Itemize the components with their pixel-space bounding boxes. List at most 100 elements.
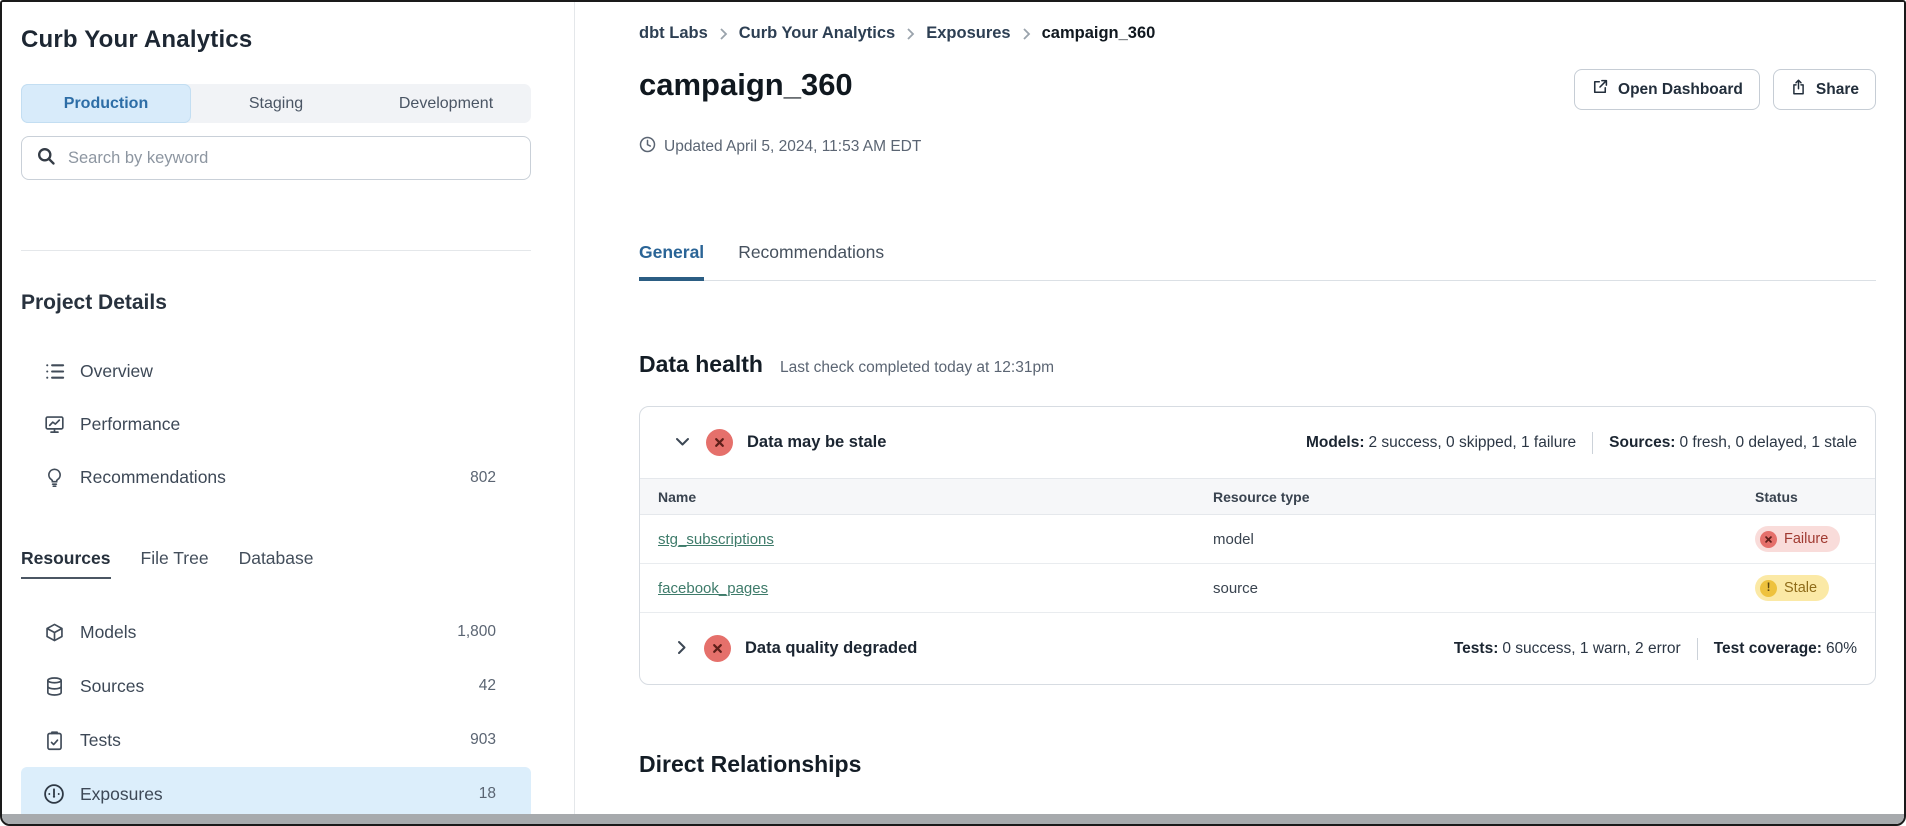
project-title: Curb Your Analytics xyxy=(21,26,530,54)
expand-button[interactable] xyxy=(674,639,689,659)
sidebar-divider xyxy=(21,250,531,251)
group-stats: Tests:0 success, 1 warn, 2 error Test co… xyxy=(1454,638,1857,660)
table-row: facebook_pages source ! Stale xyxy=(640,564,1875,613)
clock-icon xyxy=(639,136,656,158)
search-icon xyxy=(36,146,56,171)
lightbulb-icon xyxy=(43,467,65,488)
sources-stat: Sources:0 fresh, 0 delayed, 1 stale xyxy=(1609,434,1857,452)
quality-group-row[interactable]: Data quality degraded Tests:0 success, 1… xyxy=(640,613,1875,684)
env-tab-staging[interactable]: Staging xyxy=(191,84,361,123)
breadcrumb-project[interactable]: Curb Your Analytics xyxy=(739,24,895,43)
status-badge-stale: ! Stale xyxy=(1755,575,1829,601)
share-icon xyxy=(1790,78,1807,101)
database-icon xyxy=(43,676,65,697)
updated-timestamp: Updated April 5, 2024, 11:53 AM EDT xyxy=(639,136,1876,158)
column-header-status: Status xyxy=(1755,489,1875,505)
open-dashboard-button[interactable]: Open Dashboard xyxy=(1574,69,1760,110)
chevron-right-icon xyxy=(1022,27,1031,41)
sidebar-item-label: Sources xyxy=(80,676,144,697)
sidebar-view-tabs: Resources File Tree Database xyxy=(21,548,531,579)
sidebar-item-label: Exposures xyxy=(80,784,163,805)
table-row: stg_subscriptions model Failure xyxy=(640,515,1875,564)
item-count: 903 xyxy=(470,731,496,749)
data-health-heading: Data health xyxy=(639,351,763,378)
item-count: 802 xyxy=(470,469,496,487)
cube-icon xyxy=(43,622,65,643)
share-button[interactable]: Share xyxy=(1773,69,1876,110)
list-icon xyxy=(43,361,65,382)
stat-divider xyxy=(1592,432,1593,454)
breadcrumb: dbt Labs Curb Your Analytics Exposures c… xyxy=(639,24,1876,43)
data-health-card: Data may be stale Models:2 success, 0 sk… xyxy=(639,406,1876,685)
stale-group-row[interactable]: Data may be stale Models:2 success, 0 sk… xyxy=(640,407,1875,478)
title-row: campaign_360 Open Dashboard Share xyxy=(639,67,1876,110)
breadcrumb-exposures[interactable]: Exposures xyxy=(926,24,1010,43)
sidebar-item-label: Performance xyxy=(80,414,180,435)
performance-icon xyxy=(43,414,65,435)
breadcrumb-dbt-labs[interactable]: dbt Labs xyxy=(639,24,708,43)
chevron-right-icon xyxy=(906,27,915,41)
resource-link-facebook-pages[interactable]: facebook_pages xyxy=(658,580,768,597)
models-stat: Models:2 success, 0 skipped, 1 failure xyxy=(1306,434,1576,452)
sidebar-item-overview[interactable]: Overview xyxy=(21,345,531,398)
sidebar-item-sources[interactable]: Sources 42 xyxy=(21,659,531,713)
button-label: Open Dashboard xyxy=(1618,81,1743,99)
chevron-down-icon xyxy=(674,434,691,452)
sidebar-item-exposures[interactable]: Exposures 18 xyxy=(21,767,531,821)
window-bottom-bar xyxy=(2,814,1904,824)
warning-circle-icon: ! xyxy=(1760,580,1777,597)
app-window: Curb Your Analytics Production Staging D… xyxy=(0,0,1906,826)
sidebar-item-label: Tests xyxy=(80,730,121,751)
coverage-stat: Test coverage:60% xyxy=(1714,640,1857,658)
page-tabs: General Recommendations xyxy=(639,242,1876,281)
group-title: Data quality degraded xyxy=(745,639,917,658)
external-link-icon xyxy=(1591,78,1609,101)
tab-database[interactable]: Database xyxy=(239,548,314,579)
env-tab-production[interactable]: Production xyxy=(21,84,191,123)
env-tab-development[interactable]: Development xyxy=(361,84,531,123)
last-check-text: Last check completed today at 12:31pm xyxy=(780,359,1054,377)
sidebar-item-tests[interactable]: Tests 903 xyxy=(21,713,531,767)
page-actions: Open Dashboard Share xyxy=(1574,69,1876,110)
tab-file-tree[interactable]: File Tree xyxy=(141,548,209,579)
page-title: campaign_360 xyxy=(639,67,853,103)
project-details-heading: Project Details xyxy=(21,291,530,315)
tab-resources[interactable]: Resources xyxy=(21,548,111,579)
column-header-resource-type: Resource type xyxy=(1213,489,1755,505)
group-title: Data may be stale xyxy=(747,433,886,452)
item-count: 18 xyxy=(479,785,496,803)
button-label: Share xyxy=(1816,81,1859,99)
search-box xyxy=(21,136,531,180)
collapse-button[interactable] xyxy=(674,434,691,452)
resource-type-cell: source xyxy=(1213,580,1755,597)
item-count: 42 xyxy=(479,677,496,695)
status-badge-failure: Failure xyxy=(1755,526,1840,552)
sidebar-item-models[interactable]: Models 1,800 xyxy=(21,605,531,659)
error-circle-icon xyxy=(704,635,731,662)
gauge-icon xyxy=(43,783,65,805)
tests-stat: Tests:0 success, 1 warn, 2 error xyxy=(1454,640,1681,658)
chevron-right-icon xyxy=(719,27,728,41)
sidebar-item-performance[interactable]: Performance xyxy=(21,398,531,451)
column-header-name: Name xyxy=(640,489,1213,505)
resource-type-cell: model xyxy=(1213,531,1755,548)
data-health-header: Data health Last check completed today a… xyxy=(639,351,1876,378)
sidebar-item-label: Recommendations xyxy=(80,467,226,488)
resource-link-stg-subscriptions[interactable]: stg_subscriptions xyxy=(658,531,774,548)
sidebar-item-label: Overview xyxy=(80,361,153,382)
table-header: Name Resource type Status xyxy=(640,478,1875,515)
chevron-right-icon xyxy=(674,639,689,659)
sidebar-item-recommendations[interactable]: Recommendations 802 xyxy=(21,451,531,504)
clipboard-check-icon xyxy=(43,730,65,751)
breadcrumb-current: campaign_360 xyxy=(1042,24,1156,43)
project-details-nav: Overview Performance Recommendations 802 xyxy=(21,345,531,504)
updated-text: Updated April 5, 2024, 11:53 AM EDT xyxy=(664,138,921,156)
sidebar-item-label: Models xyxy=(80,622,136,643)
stat-divider xyxy=(1697,638,1698,660)
environment-switcher: Production Staging Development xyxy=(21,84,531,123)
search-input[interactable] xyxy=(66,148,516,169)
main-content: dbt Labs Curb Your Analytics Exposures c… xyxy=(576,2,1904,814)
tab-recommendations[interactable]: Recommendations xyxy=(738,242,884,281)
direct-relationships-heading: Direct Relationships xyxy=(639,751,1876,778)
tab-general[interactable]: General xyxy=(639,242,704,281)
